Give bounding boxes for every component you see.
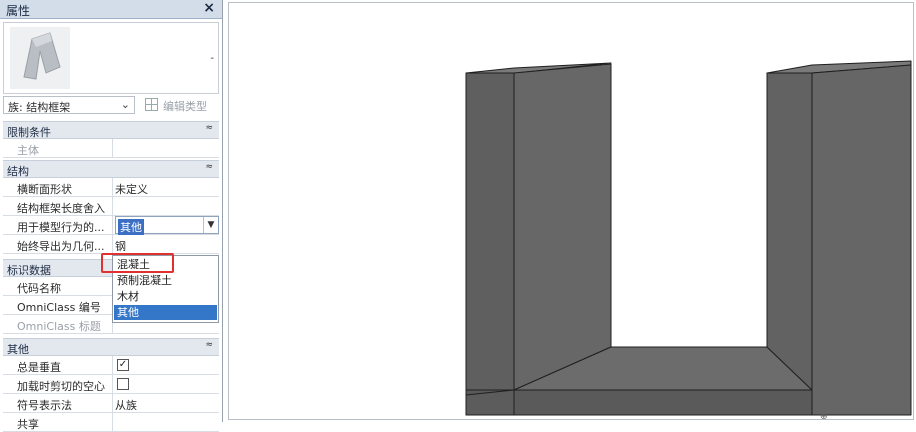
property-value[interactable]: 钢 [115,238,126,254]
property-row-frame-length: 结构框架长度舍入 [3,197,219,216]
property-key: 始终导出为几何... [3,235,113,253]
property-key: OmniClass 标题 [3,315,113,333]
properties-title: 属性 [6,4,31,18]
property-key: OmniClass 编号 [3,296,113,314]
chevron-down-icon[interactable]: ▼ [203,217,218,233]
u-channel-model[interactable] [229,3,913,419]
property-row-always-vertical: 总是垂直 ✓ [3,356,219,375]
edit-type-icon [145,98,158,111]
property-key: 符号表示法 [3,394,113,412]
cut-voids-checkbox[interactable] [117,378,129,390]
left-flange-inner-face [513,63,612,391]
property-key: 横断面形状 [3,178,113,196]
3d-viewport[interactable] [228,2,914,420]
left-flange-side-face [465,72,518,396]
collapse-icon[interactable]: ≈ [205,340,213,350]
property-row-cross-section: 横断面形状 未定义 [3,178,219,197]
edit-type-button[interactable]: 编辑类型 [143,96,219,114]
properties-titlebar: 属性 × [0,0,222,19]
property-key: 主体 [3,139,113,157]
property-row-analytic: 始终导出为几何... 钢 [3,235,219,254]
collapse-icon[interactable]: ≈ [205,123,213,133]
section-label: 结构 [7,165,29,178]
section-constraints[interactable]: 限制条件 ≈ [3,121,219,139]
material-combobox[interactable]: 其他 ▼ [115,216,219,235]
property-row-cut-voids: 加载时剪切的空心 [3,375,219,394]
material-combobox-value: 其他 [118,219,144,235]
type-preview[interactable]: - [3,22,219,94]
other-group: 其他 ≈ 总是垂直 ✓ 加载时剪切的空心 符号表示法 从族 共享 [3,338,219,432]
material-option-other[interactable]: 其他 [114,305,217,320]
type-selector[interactable]: 族: 结构框架 ⌄ [3,96,135,114]
property-row-material: 用于模型行为的... 其他 ▼ [3,216,219,235]
section-label: 标识数据 [7,264,51,277]
property-key: 结构框架长度舍入 [3,197,113,215]
property-value[interactable]: 未定义 [115,181,148,197]
type-selector-value: 族: 结构框架 [8,101,71,114]
section-label: 限制条件 [7,126,51,139]
close-icon[interactable]: × [203,0,215,16]
watermark: ⊕ [820,412,828,422]
property-row-symbol: 符号表示法 从族 [3,394,219,413]
property-value[interactable]: 从族 [115,397,137,413]
section-other[interactable]: 其他 ≈ [3,338,219,356]
property-key: 代码名称 [3,277,113,295]
collapse-icon[interactable]: ≈ [205,162,213,172]
property-row-shared: 共享 [3,413,219,432]
section-label: 其他 [7,343,29,356]
constraints-group: 限制条件 ≈ 主体 [3,121,219,158]
property-key: 用于模型行为的... [3,216,113,234]
material-option-precast-concrete[interactable]: 预制混凝土 [114,273,217,288]
highlight-annotation-box [101,253,174,273]
left-outer-face [465,389,515,416]
right-flange-front-face [811,64,912,416]
property-key: 共享 [3,413,113,431]
web-front-face [465,389,813,416]
property-row-host: 主体 [3,139,219,158]
material-option-wood[interactable]: 木材 [114,289,217,304]
structure-group: 结构 ≈ 横断面形状 未定义 结构框架长度舍入 用于模型行为的... 其他 ▼ … [3,160,219,254]
preview-dropdown-icon[interactable]: - [210,53,214,64]
always-vertical-checkbox[interactable]: ✓ [117,359,129,371]
structural-framing-thumbnail-icon [10,27,70,89]
property-key: 加载时剪切的空心 [3,375,113,393]
right-flange-inner-face [766,72,813,391]
properties-panel: 属性 × - 族: 结构框架 ⌄ 编辑类型 限制条件 ≈ 主体 结构 ≈ 横断面… [0,0,223,432]
section-structure[interactable]: 结构 ≈ [3,160,219,178]
chevron-down-icon: ⌄ [120,98,130,111]
property-key: 总是垂直 [3,356,113,374]
edit-type-label: 编辑类型 [163,100,207,113]
type-selector-row: 族: 结构框架 ⌄ 编辑类型 [3,96,219,116]
